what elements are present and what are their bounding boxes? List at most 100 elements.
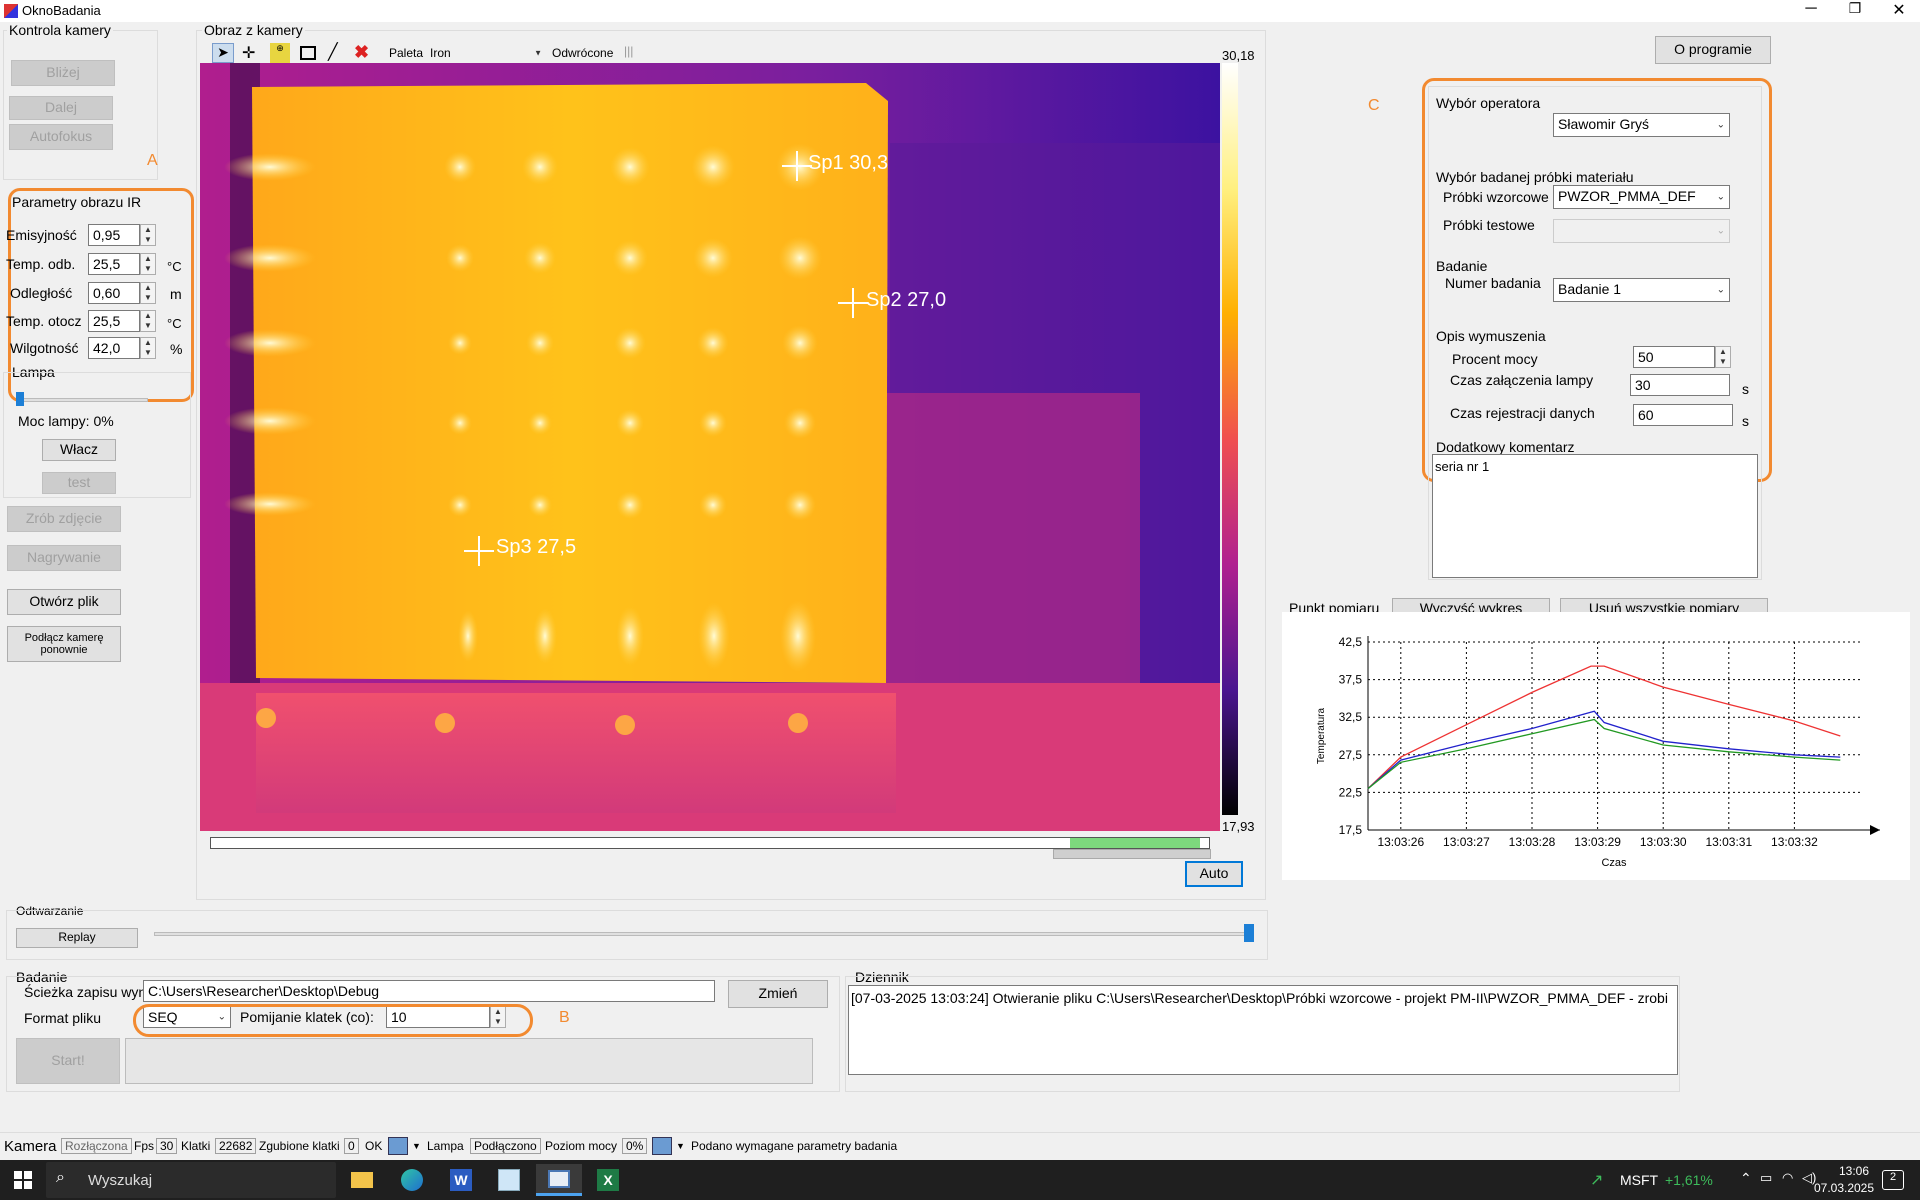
box-tool-icon[interactable] [300, 46, 316, 60]
taskbar-search[interactable]: ⌕ Wyszukaj [46, 1162, 336, 1198]
save-path-input[interactable]: C:\Users\Researcher\Desktop\Debug [143, 980, 715, 1002]
status-image-icon-2[interactable]: ▼ [652, 1136, 685, 1156]
temp-refl-spinner[interactable]: ▲ ▼ [140, 253, 156, 275]
line-tool-icon[interactable]: ╱ [328, 42, 338, 62]
scale-range-handles[interactable] [1053, 849, 1211, 859]
log-text-area[interactable]: [07-03-2025 13:03:24] Otwieranie pliku C… [848, 985, 1678, 1075]
snapshot-button[interactable]: Zrób zdjęcie [7, 506, 121, 532]
edge-icon[interactable] [394, 1164, 430, 1196]
window-title: OknoBadania [22, 3, 101, 18]
auto-spot-tool-icon[interactable]: ⊕ [270, 43, 290, 63]
operator-title: Wybór operatora [1436, 95, 1541, 111]
humidity-spinner[interactable]: ▲ ▼ [140, 337, 156, 359]
auto-scale-button[interactable]: Auto [1185, 861, 1243, 887]
playback-slider-track[interactable] [154, 932, 1254, 936]
playback-slider-thumb[interactable] [1244, 924, 1254, 942]
thermal-image[interactable]: Sp1 30,3 Sp2 27,0 Sp3 27,5 [200, 63, 1220, 831]
scale-range-selection[interactable] [1070, 838, 1200, 848]
chart-ylabel: Temperatura [1316, 707, 1327, 764]
change-path-button[interactable]: Zmień [728, 980, 828, 1008]
replay-button[interactable]: Replay [16, 928, 138, 948]
word-icon[interactable]: W [443, 1164, 479, 1196]
operator-select[interactable]: Sławomir Gryś ⌄ [1553, 113, 1730, 137]
operator-value: Sławomir Gryś [1558, 116, 1650, 132]
wifi-icon[interactable]: ◠ [1782, 1170, 1793, 1186]
camera-control-title: Kontrola kamery [7, 22, 113, 38]
notifications-icon[interactable]: 2 [1882, 1170, 1904, 1190]
power-percent-input[interactable]: 50 [1633, 346, 1715, 368]
closer-button[interactable]: Bliżej [11, 60, 115, 86]
clock-time[interactable]: 13:06 [1822, 1164, 1886, 1178]
network-icon[interactable]: ▭ [1760, 1170, 1772, 1186]
status-image-icon[interactable]: ▼ [388, 1136, 421, 1156]
spot-sp3-marker[interactable] [464, 536, 494, 566]
comment-title: Dodatkowy komentarz [1436, 439, 1575, 455]
power-percent-label: Procent mocy [1452, 351, 1538, 367]
spot-sp3-label: Sp3 27,5 [496, 536, 577, 558]
tray-chevron-up-icon[interactable]: ⌃ [1740, 1170, 1752, 1187]
chevron-down-icon: ▼ [534, 48, 542, 58]
temp-amb-unit: °C [167, 316, 182, 331]
status-camera-label: Kamera [4, 1137, 57, 1155]
test-samples-select[interactable]: ⌄ [1553, 219, 1730, 243]
scale-range-track[interactable] [210, 837, 1210, 849]
emissivity-spinner[interactable]: ▲ ▼ [140, 224, 156, 246]
start-button[interactable]: Start! [16, 1038, 120, 1084]
measurement-chart-svg: 42,5 37,5 32,5 27,5 22,5 17,5 13:03:26 13:03:27… [1316, 635, 1880, 869]
reconnect-camera-button[interactable]: Podłącz kamerę ponownie [7, 626, 121, 662]
clock-date[interactable]: 07.03.2025 [1802, 1181, 1886, 1195]
select-tool-icon[interactable]: ➤ [212, 43, 234, 63]
log-entry: [07-03-2025 13:03:24] Otwieranie pliku C… [851, 990, 1668, 1006]
excel-icon[interactable]: X [590, 1164, 626, 1196]
temp-refl-input[interactable]: 25,5 [88, 253, 140, 275]
chart-ytick-label: 37,5 [1339, 673, 1363, 687]
chart-xtick-label: 13:03:30 [1640, 835, 1687, 849]
stock-ticker[interactable]: MSFT [1620, 1172, 1658, 1188]
annotation-b: B [559, 1009, 570, 1026]
ref-samples-value: PWZOR_PMMA_DEF [1558, 188, 1696, 204]
power-percent-spinner[interactable]: ▲ ▼ [1715, 346, 1731, 368]
close-button[interactable]: ✕ [1884, 0, 1914, 20]
temp-amb-input[interactable]: 25,5 [88, 310, 140, 332]
chart-xtick-label: 13:03:31 [1705, 835, 1752, 849]
palette-select[interactable]: Iron ▼ [428, 44, 546, 62]
progress-bar [125, 1038, 813, 1084]
active-app-icon[interactable] [536, 1164, 582, 1196]
test-number-select[interactable]: Badanie 1 ⌄ [1553, 278, 1730, 302]
chart-xtick-label: 13:03:29 [1574, 835, 1621, 849]
humidity-input[interactable]: 42,0 [88, 337, 140, 359]
delete-tool-icon[interactable]: ✖ [354, 42, 369, 63]
distance-input[interactable]: 0,60 [88, 282, 140, 304]
distance-spinner[interactable]: ▲ ▼ [140, 282, 156, 304]
ref-samples-select[interactable]: PWZOR_PMMA_DEF ⌄ [1553, 185, 1730, 209]
spot-sp2-marker[interactable] [838, 288, 868, 318]
spot-tool-icon[interactable]: ✛ [242, 43, 255, 63]
spot-sp2-label: Sp2 27,0 [866, 289, 947, 311]
status-message: Podano wymagane parametry badania [691, 1139, 898, 1153]
about-button[interactable]: O programie [1655, 36, 1771, 64]
lamp-on-time-input[interactable]: 30 [1630, 374, 1730, 396]
recording-button[interactable]: Nagrywanie [7, 545, 121, 571]
open-file-button[interactable]: Otwórz plik [7, 589, 121, 615]
chart-xtick-label: 13:03:26 [1377, 835, 1424, 849]
app-icon [4, 4, 18, 18]
chart-series-line-3 [1367, 718, 1841, 790]
comment-textarea[interactable]: seria nr 1 [1432, 454, 1758, 578]
status-fps: 30 [156, 1138, 178, 1154]
paint-icon[interactable] [491, 1164, 527, 1196]
minimize-button[interactable]: ─ [1796, 0, 1826, 18]
inverted-label[interactable]: Odwrócone [552, 46, 613, 60]
record-time-input[interactable]: 60 [1633, 404, 1733, 426]
status-camera-state-wrap: Rozłączona [61, 1136, 132, 1156]
temp-amb-spinner[interactable]: ▲ ▼ [140, 310, 156, 332]
autofocus-button[interactable]: Autofokus [9, 124, 113, 150]
temp-refl-label: Temp. odb. [6, 256, 76, 272]
ref-samples-label: Próbki wzorcowe [1443, 189, 1549, 205]
status-fps-wrap: 30 [156, 1136, 178, 1156]
file-format-label: Format pliku [24, 1010, 102, 1026]
windows-start-icon[interactable] [14, 1171, 32, 1189]
further-button[interactable]: Dalej [9, 96, 113, 120]
maximize-button[interactable]: ❐ [1840, 0, 1870, 17]
file-explorer-icon[interactable] [344, 1164, 380, 1196]
emissivity-input[interactable]: 0,95 [88, 224, 140, 246]
